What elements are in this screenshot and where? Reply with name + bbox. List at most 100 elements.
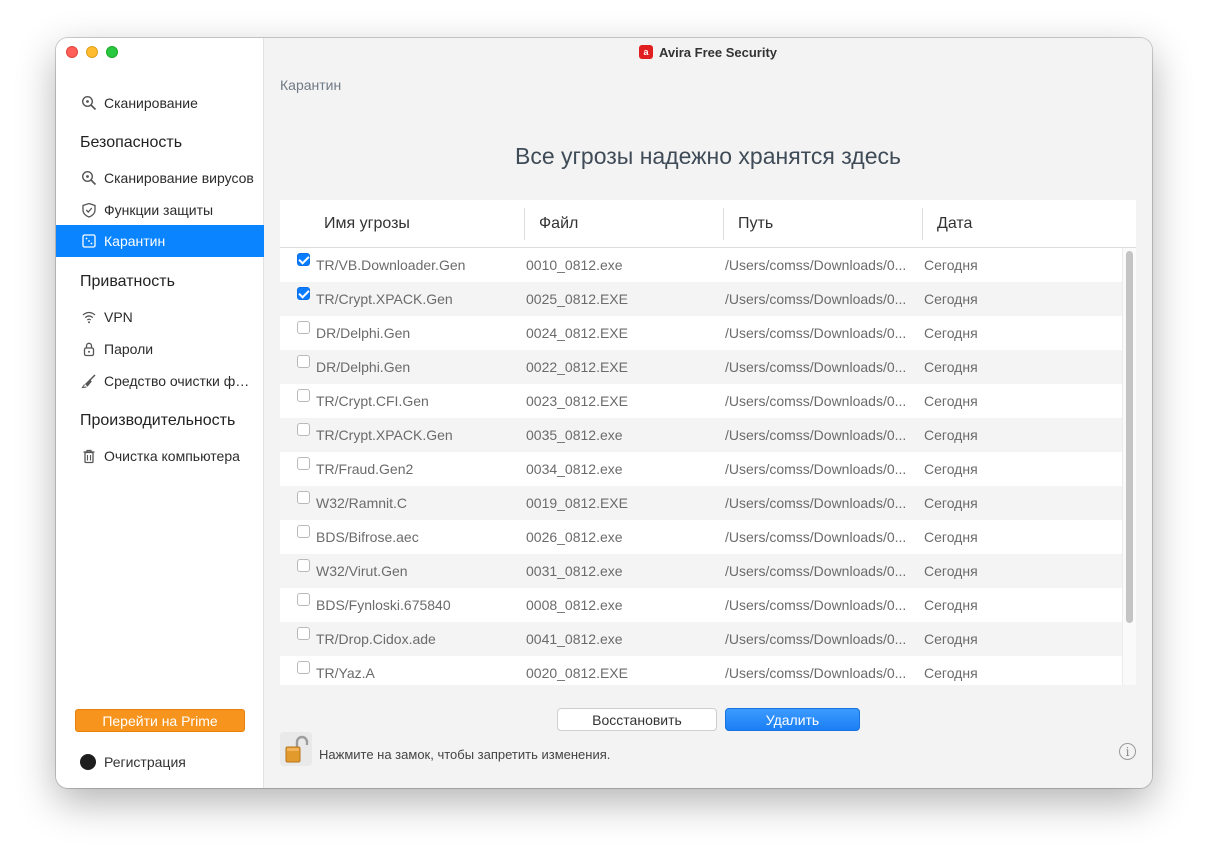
sidebar-item-passwords[interactable]: Пароли <box>56 333 264 365</box>
delete-button[interactable]: Удалить <box>725 708 860 731</box>
lock-button[interactable] <box>280 732 312 766</box>
row-checkbox[interactable] <box>297 525 310 538</box>
window-title: Avira Free Security <box>658 44 778 60</box>
row-checkbox[interactable] <box>297 355 310 368</box>
sidebar-item-file-shredder[interactable]: Средство очистки файлов <box>56 365 264 397</box>
path-cell: /Users/comss/Downloads/0... <box>725 359 907 375</box>
file-cell: 0020_0812.EXE <box>526 665 628 681</box>
column-header-file[interactable]: Файл <box>524 208 723 240</box>
sidebar-item-scan[interactable]: Сканирование <box>56 87 264 119</box>
date-cell: Сегодня <box>924 597 978 613</box>
scrollbar-thumb[interactable] <box>1126 251 1133 623</box>
date-cell: Сегодня <box>924 325 978 341</box>
date-cell: Сегодня <box>924 359 978 375</box>
table-row[interactable]: TR/VB.Downloader.Gen 0010_0812.exe/Users/… <box>280 248 1122 282</box>
column-header-threat-name[interactable]: Имя угрозы <box>310 208 524 240</box>
restore-button[interactable]: Восстановить <box>557 708 717 731</box>
threat-name-cell: BDS/Fynloski.675840 <box>316 597 451 613</box>
row-checkbox[interactable] <box>297 287 310 300</box>
sidebar-item-virus-scan[interactable]: Сканирование вирусов <box>56 162 264 194</box>
table-row[interactable]: DR/Delphi.Gen 0024_0812.EXE/Users/comss/D… <box>280 316 1122 350</box>
sidebar-item-label: Карантин <box>104 233 166 249</box>
sidebar-item-protection[interactable]: Функции защиты <box>56 194 264 226</box>
row-checkbox[interactable] <box>297 627 310 640</box>
sidebar-item-label: VPN <box>104 309 133 325</box>
column-header-date[interactable]: Дата <box>922 208 1122 240</box>
go-prime-button[interactable]: Перейти на Prime <box>75 709 245 732</box>
file-cell: 0025_0812.EXE <box>526 291 628 307</box>
zoom-window-button[interactable] <box>106 46 118 58</box>
path-cell: /Users/comss/Downloads/0... <box>725 529 907 545</box>
breadcrumb: Карантин <box>280 77 342 93</box>
table-row[interactable]: BDS/Bifrose.aec 0026_0812.exe/Users/comss… <box>280 520 1122 554</box>
threat-name-cell: TR/Drop.Cidox.ade <box>316 631 436 647</box>
path-cell: /Users/comss/Downloads/0... <box>725 461 907 477</box>
minimize-window-button[interactable] <box>86 46 98 58</box>
row-checkbox[interactable] <box>297 593 310 606</box>
table-scrollbar[interactable] <box>1122 248 1136 685</box>
row-checkbox[interactable] <box>297 389 310 402</box>
path-cell: /Users/comss/Downloads/0... <box>725 563 907 579</box>
app-window: Сканирование Безопасность Сканирование в… <box>56 38 1152 788</box>
sidebar-item-pc-cleaner[interactable]: Очистка компьютера <box>56 440 264 472</box>
registration-link[interactable]: Регистрация <box>80 754 186 770</box>
row-checkbox[interactable] <box>297 559 310 572</box>
info-icon[interactable]: i <box>1119 743 1136 760</box>
threat-name-cell: BDS/Bifrose.aec <box>316 529 419 545</box>
sidebar-item-label: Сканирование <box>104 95 198 111</box>
scan-search-icon <box>80 94 98 112</box>
threat-name-cell: DR/Delphi.Gen <box>316 359 411 375</box>
avatar <box>80 754 96 770</box>
row-checkbox[interactable] <box>297 661 310 674</box>
trash-icon <box>80 447 98 465</box>
window-controls <box>66 46 118 58</box>
table-row[interactable]: TR/Fraud.Gen2 0034_0812.exe/Users/comss/D… <box>280 452 1122 486</box>
row-checkbox[interactable] <box>297 321 310 334</box>
column-header-path[interactable]: Путь <box>723 208 922 240</box>
sidebar-item-vpn[interactable]: VPN <box>56 301 264 333</box>
date-cell: Сегодня <box>924 393 978 409</box>
lock-hint: Нажмите на замок, чтобы запретить измене… <box>319 747 611 762</box>
section-title-privacy: Приватность <box>80 273 175 290</box>
table-row[interactable]: DR/Delphi.Gen 0022_0812.EXE/Users/comss/D… <box>280 350 1122 384</box>
row-checkbox[interactable] <box>297 423 310 436</box>
row-checkbox[interactable] <box>297 491 310 504</box>
close-window-button[interactable] <box>66 46 78 58</box>
registration-label: Регистрация <box>104 754 186 770</box>
table-row[interactable]: BDS/Fynloski.675840 0008_0812.exe/Users/c… <box>280 588 1122 622</box>
table-row[interactable]: TR/Crypt.XPACK.Gen 0025_0812.EXE/Users/co… <box>280 282 1122 316</box>
date-cell: Сегодня <box>924 291 978 307</box>
sidebar-item-label: Функции защиты <box>104 202 214 218</box>
table-row[interactable]: TR/Crypt.XPACK.Gen 0035_0812.exe/Users/co… <box>280 418 1122 452</box>
sidebar-item-quarantine[interactable]: Карантин <box>56 225 264 257</box>
date-cell: Сегодня <box>924 529 978 545</box>
table-row[interactable]: W32/Ramnit.C 0019_0812.EXE/Users/comss/Do… <box>280 486 1122 520</box>
date-cell: Сегодня <box>924 563 978 579</box>
broom-icon <box>80 372 98 390</box>
file-cell: 0034_0812.exe <box>526 461 623 477</box>
table-row[interactable]: TR/Yaz.A 0020_0812.EXE/Users/comss/Downlo… <box>280 656 1122 685</box>
date-cell: Сегодня <box>924 631 978 647</box>
row-checkbox[interactable] <box>297 253 310 266</box>
section-title-performance: Производительность <box>80 412 236 429</box>
table-row[interactable]: TR/Crypt.CFI.Gen 0023_0812.EXE/Users/coms… <box>280 384 1122 418</box>
table-row[interactable]: W32/Virut.Gen 0031_0812.exe/Users/comss/D… <box>280 554 1122 588</box>
table-row[interactable]: TR/Drop.Cidox.ade 0041_0812.exe/Users/com… <box>280 622 1122 656</box>
file-cell: 0022_0812.EXE <box>526 359 628 375</box>
sidebar-item-label: Пароли <box>104 341 154 357</box>
path-cell: /Users/comss/Downloads/0... <box>725 393 907 409</box>
sidebar-item-label: Очистка компьютера <box>104 448 240 464</box>
date-cell: Сегодня <box>924 257 978 273</box>
path-cell: /Users/comss/Downloads/0... <box>725 325 907 341</box>
password-lock-icon <box>80 340 98 358</box>
main-panel: a Avira Free Security Карантин Все угроз… <box>264 38 1152 788</box>
date-cell: Сегодня <box>924 495 978 511</box>
path-cell: /Users/comss/Downloads/0... <box>725 665 907 681</box>
date-cell: Сегодня <box>924 665 978 681</box>
file-cell: 0031_0812.exe <box>526 563 623 579</box>
file-cell: 0019_0812.EXE <box>526 495 628 511</box>
file-cell: 0024_0812.EXE <box>526 325 628 341</box>
row-checkbox[interactable] <box>297 457 310 470</box>
file-cell: 0041_0812.exe <box>526 631 623 647</box>
file-cell: 0035_0812.exe <box>526 427 623 443</box>
